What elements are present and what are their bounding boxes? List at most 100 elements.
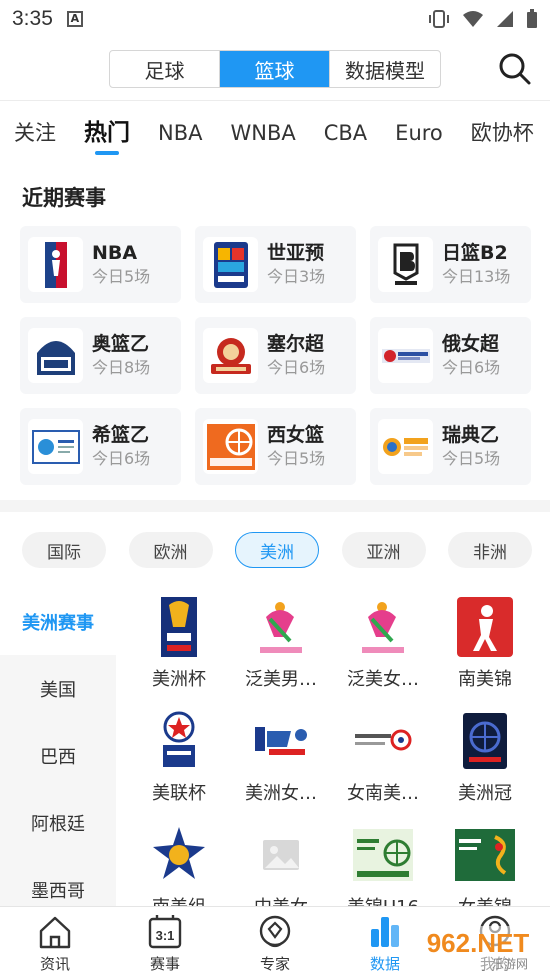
region-asia[interactable]: 亚洲 xyxy=(341,532,426,568)
vibrate-icon xyxy=(429,10,449,28)
competition-label: 美洲杯 xyxy=(152,669,206,690)
u16-women-icon xyxy=(453,823,517,887)
tab-basketball[interactable]: 篮球 xyxy=(220,51,330,87)
bcla-icon xyxy=(453,709,517,773)
tab-follow[interactable]: 关注 xyxy=(0,109,70,157)
competition-item[interactable]: 美联杯 xyxy=(128,709,230,805)
competition-label: 美洲冠 xyxy=(458,783,512,804)
event-count: 今日5场 xyxy=(442,448,501,468)
event-card-world-cup-qualifier[interactable]: 世亚预 今日3场 xyxy=(195,226,356,303)
lsb-icon xyxy=(147,823,211,887)
competition-label: 南美锦 xyxy=(458,669,512,690)
watermark-logo: 962.NET 乐游网 xyxy=(412,926,544,971)
arena-logo xyxy=(203,328,258,383)
tab-hot[interactable]: 热门 xyxy=(70,109,144,157)
event-count: 今日6场 xyxy=(442,357,501,377)
sidebar-item-usa[interactable]: 美国 xyxy=(0,655,116,722)
event-name: NBA xyxy=(92,241,138,264)
russia-women-logo xyxy=(378,328,433,383)
americup-icon xyxy=(147,595,211,659)
competition-item[interactable]: 泛美男… xyxy=(230,595,332,691)
tab-euro[interactable]: Euro xyxy=(381,109,457,157)
region-africa[interactable]: 非洲 xyxy=(448,532,532,568)
event-count: 今日5场 xyxy=(267,448,326,468)
event-count: 今日8场 xyxy=(92,357,151,377)
u16-americas-icon xyxy=(351,823,415,887)
svg-text:乐游网: 乐游网 xyxy=(492,957,528,971)
region-international[interactable]: 国际 xyxy=(22,532,106,568)
event-name: 塞尔超 xyxy=(267,332,325,355)
world-cup-logo xyxy=(203,237,258,292)
svg-text:3:1: 3:1 xyxy=(156,928,175,943)
austria-b2l-logo xyxy=(28,328,83,383)
event-card-nba[interactable]: NBA 今日5场 xyxy=(20,226,181,303)
greece-a2-logo xyxy=(28,419,83,474)
scoreboard-icon: 3:1 xyxy=(148,915,182,949)
expert-icon xyxy=(259,915,291,948)
competition-item[interactable]: 美洲杯 xyxy=(128,595,230,691)
status-icons xyxy=(428,9,538,29)
competition-label: 美洲女… xyxy=(245,783,317,804)
tab-wnba[interactable]: WNBA xyxy=(216,109,309,157)
nav-experts[interactable]: 专家 xyxy=(220,907,330,977)
competition-label: 中美女 xyxy=(233,893,329,906)
event-name: 日篮B2 xyxy=(442,241,508,264)
nav-label: 赛事 xyxy=(149,955,180,973)
competition-item[interactable]: 泛美女… xyxy=(332,595,434,691)
tab-data-model[interactable]: 数据模型 xyxy=(330,51,440,87)
nav-matches[interactable]: 3:1 赛事 xyxy=(110,907,220,977)
competition-item[interactable]: 南美锦 xyxy=(434,595,536,691)
event-card-serbia[interactable]: 塞尔超 今日6场 xyxy=(195,317,356,394)
event-card-greece-a2[interactable]: 希篮乙 今日6场 xyxy=(20,408,181,485)
competition-item[interactable]: 美锦U16 xyxy=(332,823,434,906)
event-card-austria-b2l[interactable]: 奥篮乙 今日8场 xyxy=(20,317,181,394)
panam-men-icon xyxy=(249,595,313,659)
event-count: 今日13场 xyxy=(442,266,511,286)
data-bars-icon xyxy=(371,917,399,947)
recent-events-grid: NBA 今日5场 世亚预 今日3场 日篮B2 今日13场 奥篮乙 今日8场 塞尔超 今日6… xyxy=(20,226,532,485)
competition-item[interactable]: 美洲冠 xyxy=(434,709,536,805)
competition-item[interactable]: 中美女 xyxy=(230,823,332,906)
search-icon[interactable] xyxy=(496,50,532,86)
event-count: 今日5场 xyxy=(92,266,151,286)
competition-item[interactable]: 女南美… xyxy=(332,709,434,805)
region-filter: 国际 欧洲 美洲 亚洲 非洲 xyxy=(22,532,532,568)
country-sidebar: 美洲赛事 美国 巴西 阿根廷 墨西哥 xyxy=(0,588,116,906)
region-americas[interactable]: 美洲 xyxy=(235,532,319,568)
competition-label: 女美锦 xyxy=(437,893,533,906)
sport-segmented-control: 足球 篮球 数据模型 xyxy=(109,50,441,88)
home-icon xyxy=(39,916,71,949)
americup-women-icon xyxy=(249,709,313,773)
competition-label: 泛美女… xyxy=(347,669,419,690)
event-card-bleague-b2[interactable]: 日篮B2 今日13场 xyxy=(370,226,531,303)
event-name: 希篮乙 xyxy=(92,423,150,446)
notification-a-icon: A xyxy=(66,11,83,27)
event-card-sweden[interactable]: 瑞典乙 今日5场 xyxy=(370,408,531,485)
event-card-spain-women[interactable]: 西女篮 今日5场 xyxy=(195,408,356,485)
svg-text:962.NET: 962.NET xyxy=(427,928,530,958)
bleague-logo xyxy=(378,237,433,292)
tab-europa-cup[interactable]: 欧协杯 xyxy=(457,109,548,157)
nav-label: 专家 xyxy=(259,955,290,973)
tab-cba[interactable]: CBA xyxy=(310,109,381,157)
competition-item[interactable]: 女美锦 xyxy=(434,823,536,906)
competition-label: 南美组 xyxy=(131,893,227,906)
event-name: 俄女超 xyxy=(442,332,500,355)
nav-label: 资讯 xyxy=(39,955,70,973)
sidebar-item-brazil[interactable]: 巴西 xyxy=(0,722,116,789)
placeholder-image-icon xyxy=(249,823,313,887)
battery-icon xyxy=(527,9,537,28)
recent-events-title: 近期赛事 xyxy=(22,186,106,210)
competition-item[interactable]: 美洲女… xyxy=(230,709,332,805)
tab-nba[interactable]: NBA xyxy=(144,109,216,157)
status-time: 3:35 xyxy=(12,7,53,30)
event-card-russia-women[interactable]: 俄女超 今日6场 xyxy=(370,317,531,394)
sidebar-item-americas-events[interactable]: 美洲赛事 xyxy=(0,588,116,655)
nav-news[interactable]: 资讯 xyxy=(0,907,110,977)
region-europe[interactable]: 欧洲 xyxy=(128,532,213,568)
sidebar-item-argentina[interactable]: 阿根廷 xyxy=(0,789,116,856)
event-name: 西女篮 xyxy=(267,423,325,446)
competition-item[interactable]: 南美组 xyxy=(128,823,230,906)
event-name: 世亚预 xyxy=(267,241,325,264)
tab-football[interactable]: 足球 xyxy=(110,51,220,87)
